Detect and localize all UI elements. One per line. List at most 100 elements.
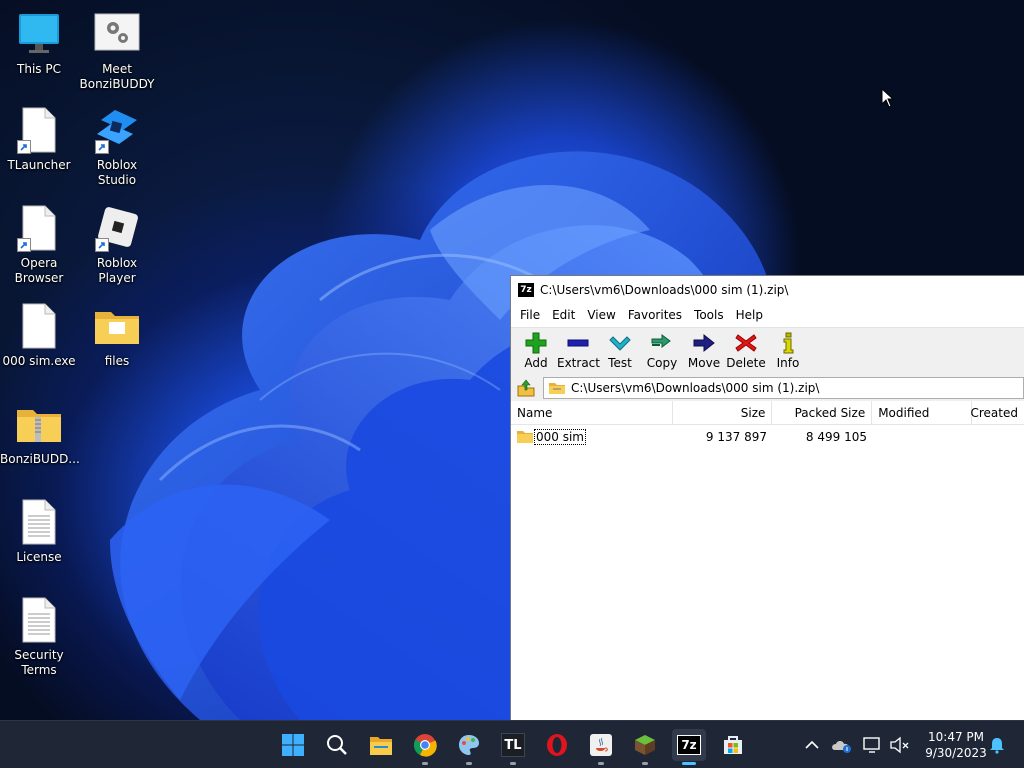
up-folder-icon[interactable]: [515, 378, 537, 398]
store-icon: [724, 736, 742, 754]
desktop-icon-roblox-player[interactable]: Roblox Player: [78, 204, 156, 286]
desktop-icon-meet-bonzibuddy[interactable]: Meet BonziBUDDY: [78, 10, 156, 92]
desktop-icon-label: TLauncher: [7, 158, 71, 172]
desktop-icon-000-sim-exe[interactable]: 000 sim.exe: [0, 302, 78, 369]
folder-icon: [517, 430, 533, 443]
shortcut-arrow-icon: [17, 238, 31, 252]
info-button[interactable]: Info: [767, 328, 809, 370]
column-size[interactable]: Size: [673, 401, 773, 424]
running-indicator: [510, 762, 516, 765]
clock-time: 10:47 PM: [928, 730, 984, 744]
shortcut-arrow-icon: [17, 140, 31, 154]
extract-button[interactable]: Extract: [557, 328, 600, 370]
toolbar: Add Extract Test Copy Move Delete Info: [511, 327, 1024, 375]
desktop-icon-security-terms[interactable]: Security Terms: [0, 596, 78, 678]
file-icon: [15, 302, 63, 350]
taskbar: TL 7z 10:47 PM 9/30/2023: [0, 720, 1024, 768]
text-document-icon: [15, 596, 63, 644]
column-packed-size[interactable]: Packed Size: [772, 401, 873, 424]
column-name[interactable]: Name: [511, 401, 673, 424]
desktop-icon-this-pc[interactable]: This PC: [0, 10, 78, 77]
onedrive-icon[interactable]: [830, 735, 854, 755]
menu-bar: File Edit View Favorites Tools Help: [511, 303, 1024, 327]
volume-muted-icon[interactable]: [888, 735, 912, 755]
zip-folder-icon: [548, 381, 566, 395]
chevron-up-icon[interactable]: [800, 735, 824, 755]
taskbar-java[interactable]: [584, 729, 618, 765]
taskbar-tlauncher[interactable]: TL: [496, 729, 530, 765]
desktop-icon-license[interactable]: License: [0, 498, 78, 565]
taskbar-chrome[interactable]: [408, 729, 442, 765]
system-tray: [800, 721, 912, 768]
file-shortcut-icon: [15, 204, 63, 252]
window-titlebar[interactable]: 7z C:\Users\vm6\Downloads\000 sim (1).zi…: [511, 276, 1024, 303]
roblox-studio-icon: [93, 106, 141, 154]
running-indicator: [682, 762, 696, 765]
taskbar-file-explorer[interactable]: [364, 729, 398, 761]
running-indicator: [466, 762, 472, 765]
roblox-player-icon: [93, 204, 141, 252]
menu-file[interactable]: File: [514, 308, 546, 322]
shortcut-arrow-icon: [95, 238, 109, 252]
delete-button[interactable]: Delete: [725, 328, 767, 370]
clock[interactable]: 10:47 PM 9/30/2023: [922, 729, 990, 761]
address-field[interactable]: C:\Users\vm6\Downloads\000 sim (1).zip\: [543, 377, 1024, 399]
info-icon: [776, 332, 800, 354]
menu-help[interactable]: Help: [730, 308, 769, 322]
zip-folder-icon: [15, 400, 63, 448]
desktop-icon-tlauncher[interactable]: TLauncher: [0, 106, 78, 173]
menu-tools[interactable]: Tools: [688, 308, 730, 322]
taskbar-7zip[interactable]: 7z: [672, 729, 706, 765]
test-button[interactable]: Test: [599, 328, 641, 370]
desktop-icon-label: files: [104, 354, 130, 368]
menu-view[interactable]: View: [581, 308, 621, 322]
add-button[interactable]: Add: [515, 328, 557, 370]
taskbar-opera[interactable]: [540, 729, 574, 761]
running-indicator: [422, 762, 428, 765]
add-button-label: Add: [524, 356, 548, 370]
running-indicator: [598, 762, 604, 765]
search-icon: [327, 735, 347, 755]
desktop-icon-files[interactable]: files: [78, 302, 156, 369]
monitor-icon: [15, 10, 63, 58]
settings-app-icon: [93, 10, 141, 58]
taskbar-minecraft[interactable]: [628, 729, 662, 765]
file-name: 000 sim: [534, 428, 586, 445]
menu-edit[interactable]: Edit: [546, 308, 581, 322]
column-modified[interactable]: Modified: [872, 401, 972, 424]
address-bar: C:\Users\vm6\Downloads\000 sim (1).zip\: [511, 375, 1024, 401]
column-created[interactable]: Created: [970, 401, 1024, 424]
delete-button-label: Delete: [726, 356, 766, 370]
move-button[interactable]: Move: [683, 328, 725, 370]
menu-favorites[interactable]: Favorites: [622, 308, 688, 322]
taskbar-store[interactable]: [716, 729, 750, 761]
notification-bell-icon[interactable]: [988, 736, 1006, 754]
search-button[interactable]: [320, 729, 354, 761]
network-icon[interactable]: [860, 735, 884, 755]
desktop-icon-label: 000 sim.exe: [2, 354, 76, 368]
paint-icon: [459, 735, 479, 755]
minus-icon: [566, 332, 590, 354]
desktop-icon-label: BonziBUDD...: [0, 452, 80, 466]
desktop-icon-roblox-studio[interactable]: Roblox Studio: [78, 106, 156, 188]
file-packed-size: 8 499 105: [805, 429, 867, 444]
7zip-icon: 7z: [677, 735, 701, 755]
folder-icon: [93, 302, 141, 350]
copy-button[interactable]: Copy: [641, 328, 683, 370]
7zip-window[interactable]: 7z C:\Users\vm6\Downloads\000 sim (1).zi…: [510, 275, 1024, 720]
x-icon: [734, 332, 758, 354]
file-shortcut-icon: [15, 106, 63, 154]
desktop-icon-label: This PC: [17, 62, 61, 76]
clock-date: 9/30/2023: [925, 746, 987, 760]
file-size: 9 137 897: [705, 429, 767, 444]
start-button[interactable]: [276, 729, 310, 761]
start-icon: [282, 734, 304, 756]
desktop-icon-label: Security Terms: [14, 648, 64, 677]
running-indicator: [642, 762, 648, 765]
file-row[interactable]: 000 sim 9 137 897 8 499 105: [511, 426, 1024, 447]
desktop-icon-bonzibuddy-zip[interactable]: BonziBUDD...: [0, 400, 80, 467]
arrow-right-icon: [692, 332, 716, 354]
desktop-icon-opera-browser[interactable]: Opera Browser: [0, 204, 78, 286]
taskbar-paint[interactable]: [452, 729, 486, 765]
info-button-label: Info: [776, 356, 800, 370]
